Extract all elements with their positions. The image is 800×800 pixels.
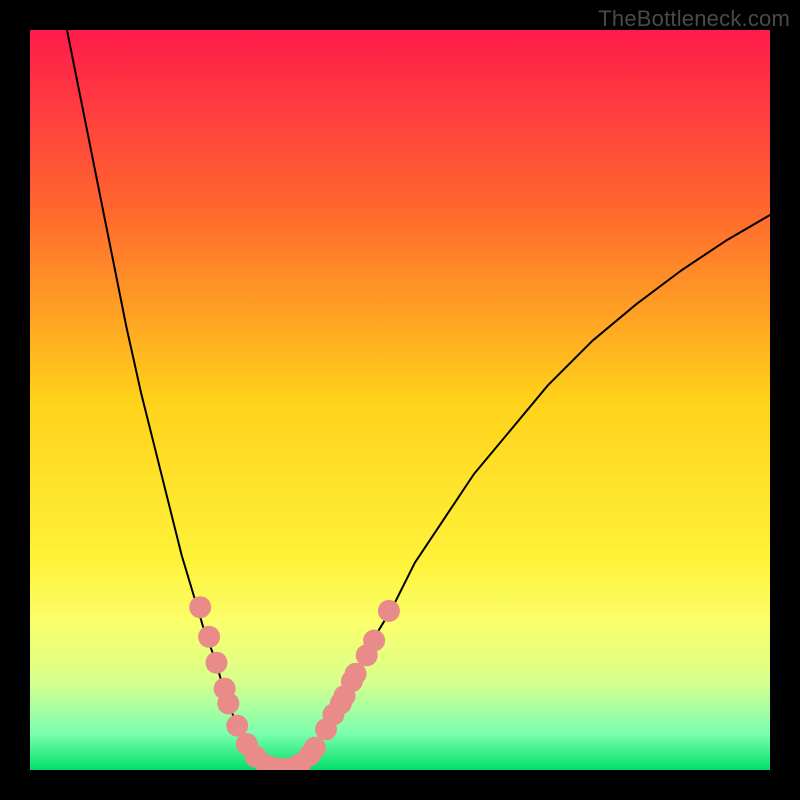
- chart-frame: TheBottleneck.com: [0, 0, 800, 800]
- data-marker: [217, 692, 239, 714]
- data-marker: [363, 630, 385, 652]
- data-marker: [345, 663, 367, 685]
- watermark-text: TheBottleneck.com: [598, 6, 790, 32]
- chart-svg: [30, 30, 770, 770]
- plot-area: [30, 30, 770, 770]
- data-marker: [205, 652, 227, 674]
- data-marker: [198, 626, 220, 648]
- gradient-background: [30, 30, 770, 770]
- data-marker: [304, 737, 326, 759]
- data-marker: [378, 600, 400, 622]
- data-marker: [189, 596, 211, 618]
